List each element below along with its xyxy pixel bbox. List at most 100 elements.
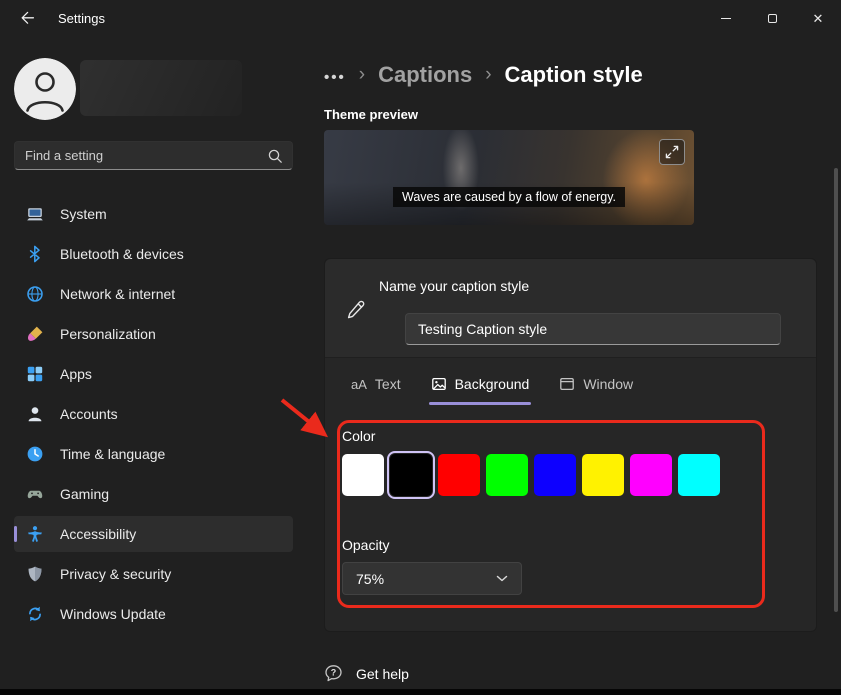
- expand-icon: [665, 145, 679, 159]
- svg-text:?: ?: [331, 667, 337, 677]
- avatar[interactable]: [14, 58, 76, 120]
- maximize-icon: [768, 14, 777, 23]
- sidebar-item-accessibility[interactable]: Accessibility: [14, 516, 293, 552]
- sidebar-item-label: Accounts: [60, 406, 118, 422]
- tab-text[interactable]: aA Text: [338, 366, 414, 402]
- sidebar-nav: System Bluetooth & devices Network & int…: [14, 196, 293, 636]
- style-tabs: aA Text Background: [338, 366, 646, 402]
- sidebar-item-bluetooth-devices[interactable]: Bluetooth & devices: [14, 236, 293, 272]
- expand-preview-button[interactable]: [659, 139, 685, 165]
- clock-icon: [26, 445, 44, 463]
- gamepad-icon: [26, 485, 44, 503]
- tab-background-label: Background: [455, 376, 530, 392]
- opacity-label: Opacity: [342, 537, 389, 553]
- search-input[interactable]: [15, 142, 267, 169]
- breadcrumb-overflow-button[interactable]: •••: [324, 64, 346, 86]
- color-swatch-cyan[interactable]: [678, 454, 720, 496]
- person-icon: [26, 405, 44, 423]
- color-label: Color: [342, 428, 375, 444]
- sidebar-item-label: Time & language: [60, 446, 165, 462]
- paintbrush-icon: [26, 325, 44, 343]
- breadcrumb-separator: ›: [359, 64, 365, 86]
- sidebar-item-label: Bluetooth & devices: [60, 246, 184, 262]
- sidebar-item-system[interactable]: System: [14, 196, 293, 232]
- bluetooth-icon: [26, 245, 44, 263]
- main-content: ••• › Captions › Caption style Theme pre…: [308, 36, 841, 689]
- close-button[interactable]: ✕: [795, 0, 841, 36]
- globe-icon: [26, 285, 44, 303]
- search-icon[interactable]: [267, 148, 283, 164]
- sidebar-item-gaming[interactable]: Gaming: [14, 476, 293, 512]
- minimize-icon: [721, 18, 731, 19]
- sidebar-item-label: Personalization: [60, 326, 156, 342]
- sidebar-item-label: Accessibility: [60, 526, 136, 542]
- sidebar: System Bluetooth & devices Network & int…: [0, 36, 308, 689]
- sidebar-item-time-language[interactable]: Time & language: [14, 436, 293, 472]
- page-title: Caption style: [505, 62, 643, 88]
- theme-preview-image: Waves are caused by a flow of energy.: [324, 130, 694, 225]
- chevron-down-icon: [496, 575, 508, 582]
- windows-update-icon: [26, 605, 44, 623]
- caption-style-card: Name your caption style aA Text: [324, 258, 817, 632]
- sidebar-item-label: Windows Update: [60, 606, 166, 622]
- sidebar-item-windows-update[interactable]: Windows Update: [14, 596, 293, 632]
- name-caption-style-label: Name your caption style: [379, 278, 529, 294]
- breadcrumb: ••• › Captions › Caption style: [324, 58, 643, 92]
- get-help-link[interactable]: ? Get help: [324, 664, 409, 683]
- rename-icon: [345, 299, 367, 321]
- minimize-button[interactable]: [703, 0, 749, 36]
- avatar-person-icon: [14, 58, 76, 120]
- tab-window[interactable]: Window: [546, 366, 646, 402]
- sidebar-item-personalization[interactable]: Personalization: [14, 316, 293, 352]
- breadcrumb-separator: ›: [485, 64, 491, 86]
- tab-text-label: Text: [375, 376, 401, 392]
- sidebar-item-apps[interactable]: Apps: [14, 356, 293, 392]
- tab-background[interactable]: Background: [418, 366, 543, 402]
- opacity-value: 75%: [356, 571, 384, 587]
- back-button[interactable]: [12, 3, 42, 33]
- bottom-edge: [0, 689, 841, 695]
- sidebar-item-network-internet[interactable]: Network & internet: [14, 276, 293, 312]
- account-area-backdrop: [80, 60, 242, 116]
- window-controls: ✕: [703, 0, 841, 36]
- caption-name-section: Name your caption style: [325, 259, 816, 358]
- system-icon: [26, 205, 44, 223]
- sidebar-item-label: Privacy & security: [60, 566, 171, 582]
- back-arrow-icon: [19, 10, 35, 26]
- sidebar-item-label: System: [60, 206, 107, 222]
- color-swatch-magenta[interactable]: [630, 454, 672, 496]
- text-aa-icon: aA: [351, 377, 367, 392]
- opacity-dropdown[interactable]: 75%: [342, 562, 522, 595]
- color-swatch-green[interactable]: [486, 454, 528, 496]
- settings-window: Settings ✕: [0, 0, 841, 695]
- color-swatch-blue[interactable]: [534, 454, 576, 496]
- scrollbar[interactable]: [834, 168, 838, 612]
- sidebar-item-accounts[interactable]: Accounts: [14, 396, 293, 432]
- apps-grid-icon: [26, 365, 44, 383]
- window-icon: [559, 376, 575, 392]
- sidebar-item-label: Network & internet: [60, 286, 175, 302]
- caption-style-name-input[interactable]: [405, 313, 781, 345]
- theme-preview-label: Theme preview: [324, 107, 418, 122]
- search-box: [14, 141, 293, 170]
- maximize-button[interactable]: [749, 0, 795, 36]
- sidebar-item-label: Apps: [60, 366, 92, 382]
- app-title: Settings: [58, 11, 105, 26]
- background-icon: [431, 376, 447, 392]
- accessibility-icon: [26, 525, 44, 543]
- breadcrumb-captions-link[interactable]: Captions: [378, 62, 472, 88]
- color-swatch-black[interactable]: [390, 454, 432, 496]
- get-help-label: Get help: [356, 666, 409, 682]
- color-swatch-red[interactable]: [438, 454, 480, 496]
- color-swatch-white[interactable]: [342, 454, 384, 496]
- sidebar-item-label: Gaming: [60, 486, 109, 502]
- color-swatch-yellow[interactable]: [582, 454, 624, 496]
- tab-window-label: Window: [583, 376, 633, 392]
- titlebar: Settings ✕: [0, 0, 841, 36]
- sidebar-item-privacy-security[interactable]: Privacy & security: [14, 556, 293, 592]
- close-icon: ✕: [813, 12, 824, 25]
- color-swatches: [342, 454, 720, 496]
- caption-style-settings: aA Text Background: [325, 358, 816, 631]
- shield-icon: [26, 565, 44, 583]
- help-bubble-icon: ?: [324, 664, 343, 683]
